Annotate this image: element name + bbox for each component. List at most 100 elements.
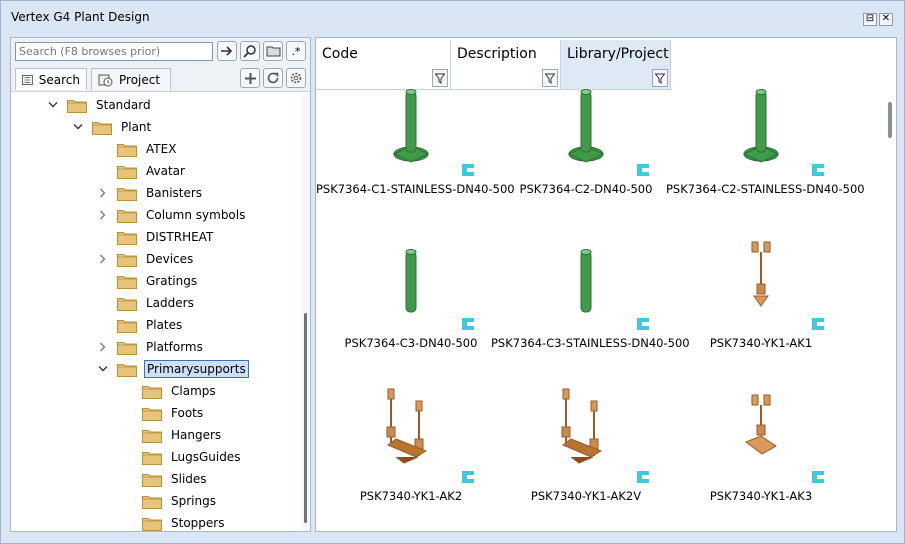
tree-node[interactable]: Column symbols (97, 205, 247, 225)
tree-node[interactable]: Standard (47, 95, 153, 115)
component-tile[interactable]: PSK7364-C1-STAINLESS-DN40-500 (316, 80, 515, 220)
column-title: Description (457, 46, 537, 62)
tree-node[interactable]: Foots (122, 403, 205, 423)
tree-node[interactable]: Avatar (97, 161, 187, 181)
tree-node[interactable]: Ladders (97, 293, 196, 313)
component-tile[interactable]: PSK7340-YK1-AK1 (666, 234, 856, 374)
refresh-button[interactable] (263, 68, 283, 88)
folder-icon (142, 495, 162, 509)
library-badge-icon (636, 470, 650, 484)
tree-node[interactable]: Devices (97, 249, 195, 269)
component-tile[interactable]: PSK7364-C3-STAINLESS-DN40-500 (491, 234, 690, 374)
go-button[interactable] (217, 41, 237, 61)
tree-node[interactable]: Springs (122, 491, 218, 511)
component-preview (666, 80, 856, 180)
chevron-down-icon[interactable] (47, 99, 59, 111)
find-button[interactable] (240, 41, 260, 61)
gear-icon (290, 72, 302, 84)
tree-node-label: Avatar (146, 164, 185, 178)
title-bar: Vertex G4 Plant Design ⊟ ✕ (1, 1, 904, 33)
close-button[interactable]: ✕ (879, 13, 893, 26)
app-window: Vertex G4 Plant Design ⊟ ✕ .* Search Pr (0, 0, 905, 544)
list-icon (22, 74, 33, 85)
tree-node[interactable]: Slides (122, 469, 209, 489)
component-tile[interactable]: PSK7364-C2-STAINLESS-DN40-500 (666, 80, 865, 220)
tree-node[interactable]: Clamps (122, 381, 218, 401)
project-icon (98, 74, 113, 86)
component-tile[interactable]: PSK7340-YK1-AK3 (666, 387, 856, 527)
library-badge-icon (811, 163, 825, 177)
component-preview (666, 387, 856, 487)
tab-label: Project (119, 72, 161, 87)
tree-node[interactable]: Plates (97, 315, 184, 335)
folder-icon (117, 297, 137, 311)
column-title: Code (322, 46, 358, 62)
component-preview (316, 234, 506, 334)
tree-node[interactable]: DISTRHEAT (97, 227, 215, 247)
scrollbar-thumb[interactable] (304, 313, 307, 523)
component-tile[interactable]: PSK7364-C2-DN40-500 (491, 80, 681, 220)
component-code: PSK7364-C3-STAINLESS-DN40-500 (491, 336, 690, 350)
tree-node-label: Plates (146, 318, 183, 332)
tree-node[interactable]: Banisters (97, 183, 204, 203)
tree-node[interactable]: Hangers (122, 425, 223, 445)
browser-panel: .* Search Project Standard Plant ATEX Avata… (10, 37, 311, 532)
chevron-right-icon[interactable] (97, 209, 109, 221)
tree-node-label: Stoppers (171, 516, 225, 530)
tree-node-label: Gratings (146, 274, 198, 288)
chevron-down-icon[interactable] (72, 121, 84, 133)
component-code: PSK7340-YK1-AK2 (359, 489, 463, 503)
folder-icon (92, 121, 112, 135)
tab-search[interactable]: Search (15, 68, 87, 90)
tree-node-label: Springs (171, 494, 216, 508)
component-code: PSK7364-C2-DN40-500 (519, 182, 653, 196)
tree-node[interactable]: ATEX (97, 139, 178, 159)
search-input[interactable] (15, 42, 213, 61)
browse-folder-button[interactable] (263, 41, 283, 61)
tree-node[interactable]: Platforms (97, 337, 205, 357)
component-preview (491, 234, 681, 334)
tree-scrollbar[interactable] (302, 93, 310, 531)
chevron-right-icon[interactable] (97, 187, 109, 199)
restore-button[interactable]: ⊟ (863, 13, 877, 26)
chevron-right-icon[interactable] (97, 253, 109, 265)
settings-button[interactable] (286, 68, 306, 88)
folder-icon (142, 517, 162, 531)
folder-icon (117, 187, 137, 201)
tree-node[interactable]: LugsGuides (122, 447, 242, 467)
component-tile[interactable]: PSK7340-YK1-AK2V (491, 387, 681, 527)
chevron-down-icon[interactable] (97, 363, 109, 375)
library-badge-icon (811, 470, 825, 484)
folder-icon (117, 143, 137, 157)
tree-node[interactable]: Gratings (97, 271, 199, 291)
regex-toggle-button[interactable]: .* (286, 41, 306, 61)
library-badge-icon (461, 470, 475, 484)
tree-node-label: DISTRHEAT (146, 230, 214, 244)
folder-icon (117, 165, 137, 179)
component-preview (666, 234, 856, 334)
component-code: PSK7364-C3-DN40-500 (344, 336, 478, 350)
tree-node[interactable]: Primarysupports (97, 359, 249, 379)
tab-project[interactable]: Project (91, 68, 171, 90)
tree-node[interactable]: Stoppers (122, 513, 226, 531)
column-title: Library/Project (567, 46, 669, 62)
tree-node-label: Plant (121, 120, 152, 134)
tree-node-label: Column symbols (146, 208, 246, 222)
grid-scrollbar-thumb[interactable] (888, 102, 892, 138)
add-button[interactable] (240, 68, 260, 88)
chevron-right-icon[interactable] (97, 341, 109, 353)
component-tile[interactable]: PSK7340-YK1-AK2 (316, 387, 506, 527)
search-toolbar: .* Search Project (11, 38, 310, 92)
component-tile[interactable]: PSK7364-C3-DN40-500 (316, 234, 506, 374)
tree-node[interactable]: Plant (72, 117, 153, 137)
